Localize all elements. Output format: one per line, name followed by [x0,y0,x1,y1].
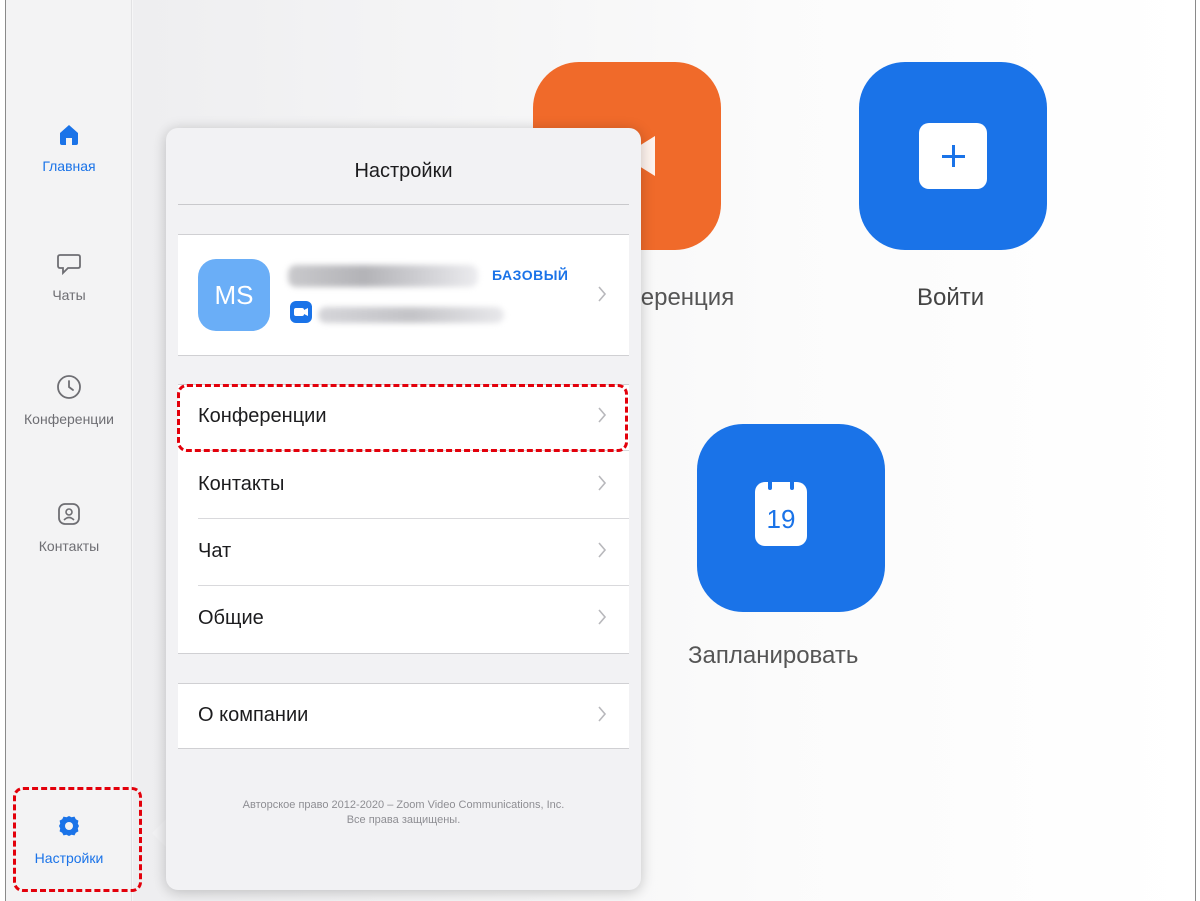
chevron-right-icon [598,609,607,625]
divider [178,204,629,205]
schedule-button[interactable]: 19 [697,424,885,612]
sidebar-item-home[interactable]: Главная [6,120,132,174]
calendar-icon: 19 [755,476,807,546]
sidebar-item-chats[interactable]: Чаты [6,249,132,303]
highlight-settings [13,787,142,892]
schedule-label: Запланировать [688,642,859,669]
chevron-right-icon [598,706,607,722]
menu-item-general[interactable]: Общие [178,587,629,653]
menu-item-label: Общие [198,607,264,629]
sidebar-item-label: Контакты [38,538,100,554]
profile-name-redacted [288,265,478,287]
popover-arrow [152,818,167,848]
menu-item-label: Контакты [198,473,285,495]
sidebar-item-label: Чаты [52,287,86,303]
plan-badge: БАЗОВЫЙ [492,267,569,283]
home-icon [60,125,78,145]
rights-line: Все права защищены. [346,814,461,826]
copyright-line: Авторское право 2012-2020 – Zoom Video C… [242,799,565,811]
profile-email-redacted [318,307,504,323]
app-window: Главная Чаты Конференции Контакты Настро… [5,0,1196,901]
plus-icon [919,123,987,189]
zoom-logo-icon [290,301,312,323]
sidebar: Главная Чаты Конференции Контакты Настро… [6,0,132,901]
chat-bubble-icon [57,254,81,276]
clock-icon [57,375,81,399]
join-label: Войти [917,284,985,311]
chevron-right-icon [598,542,607,558]
calendar-day: 19 [766,504,796,534]
copyright-footer: Авторское право 2012-2020 – Zoom Video C… [186,798,621,828]
sidebar-item-label: Конференции [24,411,114,427]
about-group: О компании [178,683,629,749]
contact-icon [58,503,80,525]
row-separator [198,518,629,519]
menu-item-label: О компании [198,704,309,726]
sidebar-item-meetings[interactable]: Конференции [6,373,132,427]
profile-card[interactable]: MS БАЗОВЫЙ [178,234,629,356]
join-button[interactable] [859,62,1047,250]
highlight-meetings [177,384,628,452]
row-separator [198,585,629,586]
menu-item-label: Чат [198,540,232,562]
chevron-right-icon [598,286,607,302]
avatar: MS [198,259,270,331]
popover-title: Настройки [354,160,453,182]
sidebar-item-label: Главная [42,158,96,174]
chevron-right-icon [598,475,607,491]
sidebar-item-contacts[interactable]: Контакты [6,500,132,554]
menu-item-chat[interactable]: Чат [178,520,629,586]
menu-item-about[interactable]: О компании [178,684,629,750]
settings-popover: Настройки MS БАЗОВЫЙ Конференции Контакт… [166,128,641,890]
menu-item-contacts[interactable]: Контакты [178,453,629,519]
